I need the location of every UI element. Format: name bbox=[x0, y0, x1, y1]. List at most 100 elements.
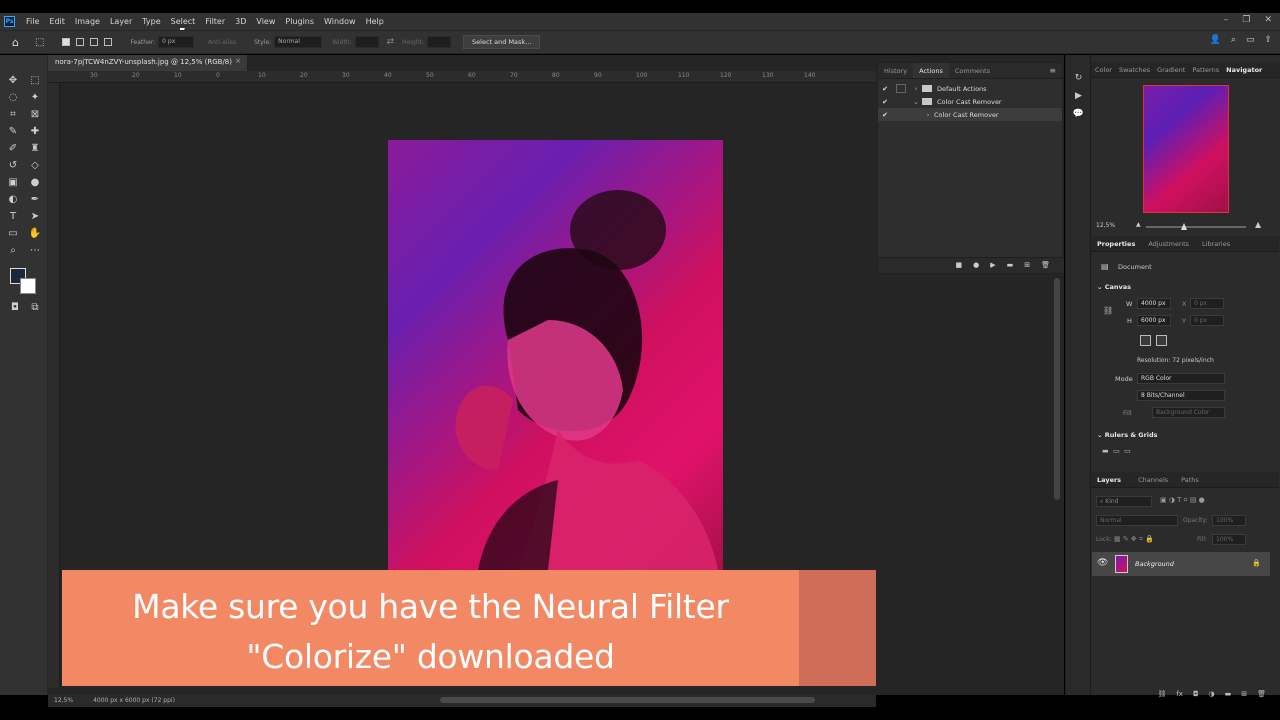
menu-view[interactable]: View bbox=[251, 17, 280, 26]
canvas-section-title[interactable]: ⌄ Canvas bbox=[1097, 283, 1131, 291]
stamp-tool-icon[interactable]: ♜ bbox=[24, 141, 46, 157]
adjustment-layer-icon[interactable]: ◑ bbox=[1209, 690, 1215, 704]
tab-patterns[interactable]: Patterns bbox=[1188, 62, 1222, 77]
menu-edit[interactable]: Edit bbox=[44, 17, 70, 26]
new-set-icon[interactable]: ▬ bbox=[1007, 261, 1014, 273]
tab-color[interactable]: Color bbox=[1091, 62, 1115, 77]
frame-tool-icon[interactable]: ⊠ bbox=[24, 107, 46, 123]
tab-swatches[interactable]: Swatches bbox=[1115, 62, 1153, 77]
status-zoom[interactable]: 12,5% bbox=[54, 697, 73, 705]
zoom-slider-track[interactable] bbox=[1146, 226, 1246, 228]
zoom-tool-icon[interactable]: ⌕ bbox=[2, 243, 24, 259]
layer-name[interactable]: Background bbox=[1135, 560, 1174, 568]
bit-depth-select[interactable]: 8 Bits/Channel bbox=[1137, 390, 1225, 401]
add-mask-icon[interactable]: ◘ bbox=[1193, 690, 1199, 704]
zoom-slider-knob[interactable] bbox=[1181, 223, 1187, 230]
screen-mode-icon[interactable]: ⧉ bbox=[24, 300, 46, 316]
fill-select[interactable]: Background Color bbox=[1152, 407, 1225, 418]
hand-tool-icon[interactable]: ✋ bbox=[24, 226, 46, 242]
tab-actions[interactable]: Actions bbox=[913, 63, 949, 78]
minimize-icon[interactable]: – bbox=[1224, 15, 1229, 25]
shape-tool-icon[interactable]: ▭ bbox=[2, 226, 24, 242]
check-icon[interactable]: ✔ bbox=[878, 85, 892, 93]
new-layer-icon[interactable]: ⊞ bbox=[1241, 690, 1247, 704]
pen-tool-icon[interactable]: ✒ bbox=[24, 192, 46, 208]
home-icon[interactable]: ⌂ bbox=[12, 36, 19, 49]
user-icon[interactable]: 👤 bbox=[1210, 35, 1221, 45]
history-panel-icon[interactable]: ↻ bbox=[1066, 69, 1091, 87]
close-tab-icon[interactable]: × bbox=[235, 57, 241, 65]
navigator-zoom-value[interactable]: 12,5% bbox=[1096, 222, 1115, 229]
delete-icon[interactable]: 🗑 bbox=[1041, 261, 1050, 273]
path-select-icon[interactable]: ➤ bbox=[24, 209, 46, 225]
dodge-tool-icon[interactable]: ◐ bbox=[2, 192, 24, 208]
zoom-in-icon[interactable]: ▲ bbox=[1255, 220, 1261, 229]
search-icon[interactable]: ⌕ bbox=[1231, 35, 1236, 45]
swap-icon[interactable]: ⇄ bbox=[387, 37, 395, 47]
vertical-scrollbar[interactable] bbox=[1054, 278, 1060, 500]
link-icon[interactable]: ⛓ bbox=[1103, 306, 1113, 315]
mode-select[interactable]: RGB Color bbox=[1137, 373, 1225, 384]
menu-type[interactable]: Type bbox=[137, 17, 165, 26]
check-icon[interactable]: ✔ bbox=[878, 111, 892, 119]
dialog-toggle-icon[interactable] bbox=[896, 97, 906, 106]
chevron-right-icon[interactable]: › bbox=[910, 85, 922, 93]
tab-gradient[interactable]: Gradient bbox=[1153, 62, 1188, 77]
delete-layer-icon[interactable]: 🗑 bbox=[1257, 690, 1266, 704]
style-select[interactable]: Normal bbox=[274, 36, 323, 48]
action-row-color-cast-action[interactable]: ✔ › Color Cast Remover bbox=[878, 108, 1062, 121]
blur-tool-icon[interactable]: ● bbox=[24, 175, 46, 191]
background-color-swatch[interactable] bbox=[20, 278, 36, 294]
height-field[interactable]: 6000 px bbox=[1137, 315, 1171, 326]
actions-panel-icon[interactable]: ▶ bbox=[1066, 87, 1091, 105]
landscape-orientation-icon[interactable] bbox=[1156, 335, 1167, 346]
menu-file[interactable]: File bbox=[21, 17, 44, 26]
menu-plugins[interactable]: Plugins bbox=[280, 17, 319, 26]
ruler-options-icons[interactable]: ▬ ▭ ▭ bbox=[1102, 447, 1131, 455]
layer-thumbnail[interactable] bbox=[1115, 555, 1128, 573]
menu-layer[interactable]: Layer bbox=[105, 17, 137, 26]
healing-brush-icon[interactable]: ✚ bbox=[24, 124, 46, 140]
chevron-right-icon[interactable]: › bbox=[922, 111, 934, 119]
history-brush-icon[interactable]: ↺ bbox=[2, 158, 24, 174]
add-selection-icon[interactable] bbox=[76, 38, 85, 46]
marquee-tool-icon[interactable]: ⬚ bbox=[24, 73, 46, 89]
tab-paths[interactable]: Paths bbox=[1171, 472, 1202, 487]
lasso-tool-icon[interactable]: ◌ bbox=[2, 90, 24, 106]
layer-filter-icons[interactable]: ▣ ◑ T ⌗ ▤ ● bbox=[1160, 496, 1205, 505]
new-selection-icon[interactable] bbox=[62, 38, 71, 46]
canvas-image[interactable] bbox=[388, 140, 723, 570]
eye-visibility-icon[interactable]: 👁 bbox=[1097, 558, 1108, 568]
blend-mode-select[interactable]: Normal bbox=[1096, 515, 1178, 526]
eyedropper-icon[interactable]: ✎ bbox=[2, 124, 24, 140]
intersect-selection-icon[interactable] bbox=[104, 38, 113, 46]
tab-libraries[interactable]: Libraries bbox=[1192, 236, 1233, 251]
fx-icon[interactable]: fx bbox=[1176, 690, 1183, 704]
height-input[interactable] bbox=[427, 36, 452, 48]
more-tools-icon[interactable]: ⋯ bbox=[24, 243, 46, 259]
menu-image[interactable]: Image bbox=[70, 17, 105, 26]
action-row-color-cast-set[interactable]: ✔ ⌄ Color Cast Remover bbox=[878, 95, 1062, 108]
dialog-toggle-icon[interactable] bbox=[896, 84, 906, 93]
subtract-selection-icon[interactable] bbox=[90, 38, 99, 46]
restore-icon[interactable]: ❐ bbox=[1242, 15, 1250, 25]
y-field[interactable]: 0 px bbox=[1190, 315, 1224, 326]
type-tool-icon[interactable]: T bbox=[2, 209, 24, 225]
move-tool-icon[interactable]: ✥ bbox=[2, 73, 24, 89]
dialog-toggle-icon[interactable] bbox=[896, 110, 906, 119]
tab-channels[interactable]: Channels bbox=[1124, 472, 1171, 487]
menu-window[interactable]: Window bbox=[319, 17, 361, 26]
document-tab[interactable]: nora-7pjTCW4nZVY-unsplash.jpg @ 12,5% (R… bbox=[48, 55, 248, 71]
chevron-down-icon[interactable]: ⌄ bbox=[910, 98, 922, 106]
marquee-tool-icon[interactable]: ⬚ bbox=[35, 37, 44, 48]
play-icon[interactable]: ▶ bbox=[990, 261, 995, 273]
tab-history[interactable]: History bbox=[878, 63, 913, 78]
magic-wand-icon[interactable]: ✦ bbox=[24, 90, 46, 106]
new-action-icon[interactable]: ⊞ bbox=[1024, 261, 1030, 273]
comments-panel-icon[interactable]: 💬 bbox=[1066, 105, 1091, 123]
record-icon[interactable]: ● bbox=[973, 261, 979, 273]
x-field[interactable]: 0 px bbox=[1190, 298, 1224, 309]
select-and-mask-button[interactable]: Select and Mask... bbox=[463, 35, 541, 49]
navigator-thumbnail[interactable] bbox=[1143, 85, 1229, 213]
anti-alias-label[interactable]: Anti-alias bbox=[208, 39, 236, 46]
